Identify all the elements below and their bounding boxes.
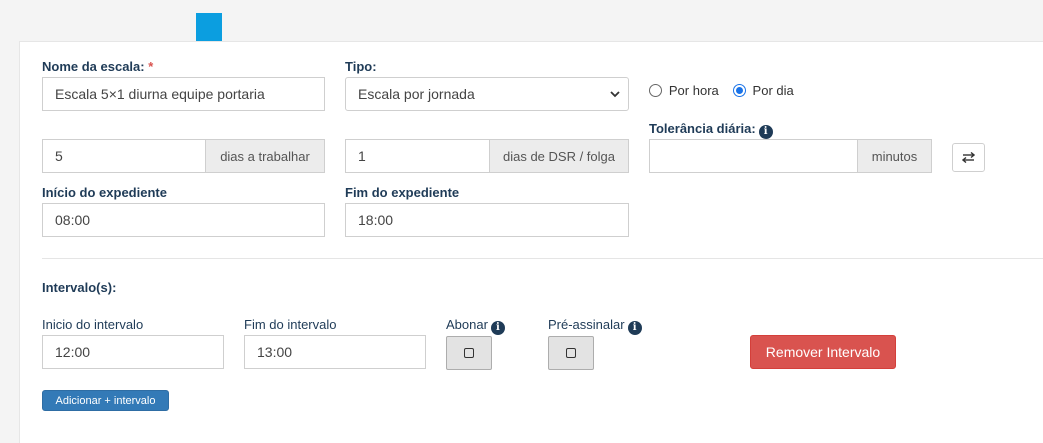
radio-por-dia-label: Por dia <box>752 82 794 98</box>
nome-value: Escala 5×1 diurna equipe portaria <box>55 86 265 102</box>
exchange-icon <box>962 152 975 163</box>
intervalos-title: Intervalo(s): <box>42 280 117 295</box>
tipo-label: Tipo: <box>345 59 377 74</box>
info-circle-icon[interactable]: i <box>627 321 642 335</box>
abonar-label: Abonar i <box>446 317 505 335</box>
square-icon <box>566 348 576 358</box>
tolerancia-input[interactable] <box>649 139 858 173</box>
tolerancia-addon: minutos <box>857 139 932 173</box>
chevron-down-icon <box>610 91 620 98</box>
info-circle-icon[interactable]: i <box>758 125 773 139</box>
fim-intervalo-value: 13:00 <box>257 344 293 360</box>
inicio-expediente-input[interactable]: 08:00 <box>42 203 325 237</box>
required-mark: * <box>148 59 154 74</box>
fim-expediente-label: Fim do expediente <box>345 185 460 200</box>
dias-dsr-addon: dias de DSR / folga <box>489 139 629 173</box>
radio-por-dia[interactable] <box>732 83 746 97</box>
dias-dsr-value: 1 <box>358 148 366 164</box>
pre-assinalar-toggle[interactable] <box>548 336 594 370</box>
adicionar-intervalo-button[interactable]: Adicionar + intervalo <box>42 390 169 411</box>
inicio-intervalo-value: 12:00 <box>55 344 91 360</box>
info-circle-icon[interactable]: i <box>490 321 505 335</box>
fim-expediente-value: 18:00 <box>358 212 394 228</box>
fim-expediente-input[interactable]: 18:00 <box>345 203 629 237</box>
inicio-expediente-label: Início do expediente <box>42 185 167 200</box>
section-divider <box>42 258 1043 259</box>
pre-assinalar-label: Pré-assinalar i <box>548 317 642 335</box>
dias-dsr-input[interactable]: 1 <box>345 139 490 173</box>
radio-por-hora[interactable] <box>649 83 662 97</box>
fim-intervalo-label: Fim do intervalo <box>244 317 337 332</box>
dias-trabalhar-input[interactable]: 5 <box>42 139 206 173</box>
inicio-expediente-value: 08:00 <box>55 212 91 228</box>
tipo-select[interactable]: Escala por jornada <box>345 77 629 111</box>
abonar-toggle[interactable] <box>446 336 492 370</box>
tolerancia-label: Tolerância diária: i <box>649 121 773 139</box>
inicio-intervalo-label: Inicio do intervalo <box>42 317 144 332</box>
dias-trabalhar-addon: dias a trabalhar <box>205 139 325 173</box>
square-icon <box>464 348 474 358</box>
dias-trabalhar-value: 5 <box>55 148 63 164</box>
swap-button[interactable] <box>952 143 985 172</box>
radio-group: Por hora Por dia <box>649 81 794 98</box>
tipo-value: Escala por jornada <box>358 86 475 102</box>
nome-input[interactable]: Escala 5×1 diurna equipe portaria <box>42 77 325 111</box>
fim-intervalo-input[interactable]: 13:00 <box>244 335 426 369</box>
nome-label: Nome da escala: * <box>42 59 154 74</box>
radio-por-hora-label: Por hora <box>668 82 719 98</box>
inicio-intervalo-input[interactable]: 12:00 <box>42 335 224 369</box>
remover-intervalo-button[interactable]: Remover Intervalo <box>750 335 896 369</box>
